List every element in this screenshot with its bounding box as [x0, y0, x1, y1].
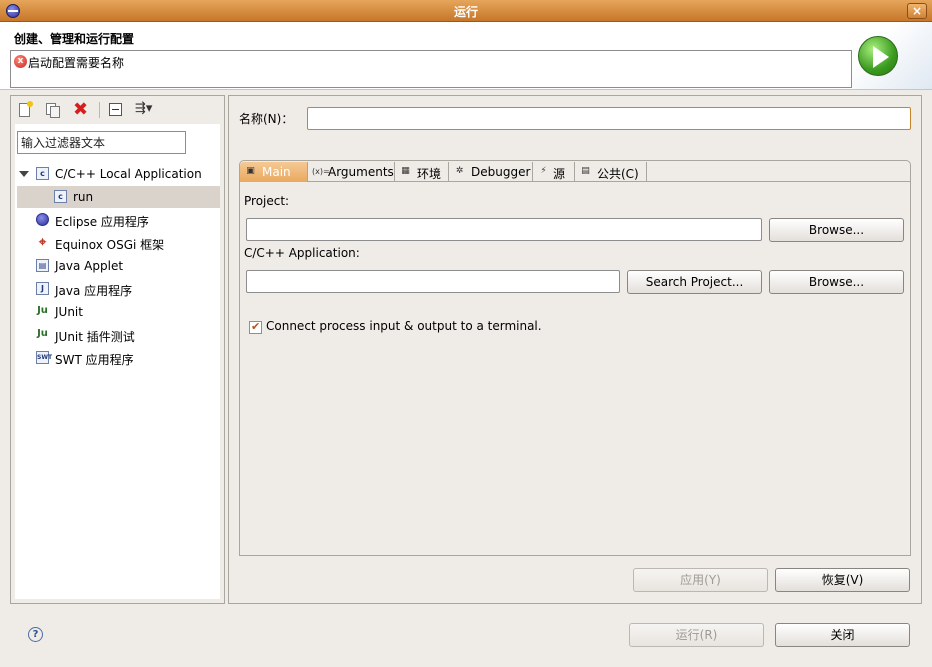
tree-item-label: SWT 应用程序 [55, 353, 134, 367]
delete-icon[interactable]: ✖ [71, 99, 91, 120]
project-input[interactable] [246, 218, 762, 241]
new-config-icon[interactable] [15, 101, 35, 119]
swt-app-icon: SWT [36, 351, 52, 364]
terminal-checkbox[interactable] [249, 320, 262, 334]
run-banner [852, 22, 932, 89]
tree-item-label: Equinox OSGi 框架 [55, 238, 165, 252]
tab-common[interactable]: ▤ 公共(C) [575, 162, 647, 182]
duplicate-icon[interactable] [43, 101, 63, 119]
error-message: 启动配置需要名称 [28, 56, 125, 70]
environment-icon: ▦ [401, 166, 410, 176]
tab-label: Debugger [471, 165, 531, 179]
java-app-icon: J [36, 282, 49, 295]
apply-button[interactable]: 应用(Y) [633, 568, 768, 592]
filter-input[interactable] [17, 131, 186, 154]
tree-item-label: Java Applet [55, 259, 124, 273]
run-banner-icon [858, 36, 898, 76]
tab-arguments[interactable]: (x)= Arguments [308, 162, 395, 182]
terminal-checkbox-label: Connect process input & output to a term… [266, 319, 542, 333]
application-input[interactable] [246, 270, 620, 293]
config-list-pane: ✖ ⇶▾ c C/C++ Local Application c run Ecl… [10, 95, 225, 604]
close-window-button[interactable]: × [907, 3, 927, 19]
search-project-button[interactable]: Search Project... [627, 270, 762, 294]
tree-item-equinox-osgi[interactable]: ⌖ Equinox OSGi 框架 [15, 232, 220, 254]
tree-item-label: Java 应用程序 [55, 284, 133, 298]
main-tab-icon: ▣ [246, 166, 255, 176]
dialog-title: 创建、管理和运行配置 [14, 32, 135, 46]
name-input[interactable] [307, 107, 911, 130]
tree-item-swt-app[interactable]: SWT SWT 应用程序 [15, 347, 220, 369]
tab-label: 源 [553, 167, 566, 181]
error-icon: x [14, 55, 27, 68]
osgi-icon: ⌖ [38, 235, 47, 250]
name-label: 名称(N)： [239, 112, 294, 126]
tab-environment[interactable]: ▦ 环境 [395, 162, 449, 182]
source-icon: ⚡ [540, 166, 547, 176]
junit-icon: Ju [37, 305, 48, 316]
config-editor-pane: 名称(N)： ▣ Main (x)= Arguments ▦ 环境 ✲ Debu… [228, 95, 922, 604]
window-title: 运行 [453, 5, 478, 19]
tree-item-label: C/C++ Local Application [55, 167, 202, 181]
title-bar: 运行 × [0, 0, 932, 22]
tab-label: Main [262, 165, 291, 179]
tab-source[interactable]: ⚡ 源 [533, 162, 575, 182]
tree-item-run[interactable]: c run [17, 186, 220, 208]
tab-main[interactable]: ▣ Main [240, 162, 308, 182]
close-button[interactable]: 关闭 [775, 623, 910, 647]
tree-item-label: Eclipse 应用程序 [55, 215, 149, 229]
browse-project-button[interactable]: Browse... [769, 218, 904, 242]
tab-debugger[interactable]: ✲ Debugger [449, 162, 533, 182]
message-area: x 启动配置需要名称 [10, 50, 852, 88]
cpp-config-icon: c [54, 190, 67, 203]
dialog-header: 创建、管理和运行配置 x 启动配置需要名称 [0, 22, 932, 90]
tab-label: Arguments [328, 165, 394, 179]
tree-item-label: run [73, 190, 94, 204]
application-label: C/C++ Application: [244, 246, 360, 260]
filter-menu-icon[interactable]: ⇶▾ [133, 101, 163, 119]
revert-button[interactable]: 恢复(V) [775, 568, 910, 592]
config-tabs: ▣ Main (x)= Arguments ▦ 环境 ✲ Debugger ⚡ … [239, 160, 911, 556]
tree-item-eclipse-app[interactable]: Eclipse 应用程序 [15, 209, 220, 231]
common-icon: ▤ [581, 166, 590, 176]
run-button[interactable]: 运行(R) [629, 623, 764, 647]
config-tree: c C/C++ Local Application c run Eclipse … [15, 124, 220, 599]
tree-item-label: JUnit [55, 305, 83, 319]
debugger-icon: ✲ [455, 166, 464, 176]
java-applet-icon: ▤ [36, 259, 49, 272]
help-icon[interactable]: ? [28, 627, 43, 642]
collapse-all-icon[interactable] [106, 101, 126, 119]
eclipse-app-icon [36, 213, 49, 226]
tab-label: 环境 [417, 167, 442, 181]
tree-item-label: JUnit 插件测试 [55, 330, 135, 344]
tree-item-java-applet[interactable]: ▤ Java Applet [15, 255, 220, 277]
tree-item-junit-plugin[interactable]: Ju JUnit 插件测试 [15, 324, 220, 346]
tab-strip: ▣ Main (x)= Arguments ▦ 环境 ✲ Debugger ⚡ … [240, 161, 910, 182]
tree-item-cpp-local-application[interactable]: c C/C++ Local Application [15, 163, 220, 185]
browse-application-button[interactable]: Browse... [769, 270, 904, 294]
tree-item-java-app[interactable]: J Java 应用程序 [15, 278, 220, 300]
toolbar-separator [99, 102, 100, 118]
expand-toggle-icon[interactable] [19, 171, 29, 177]
tab-label: 公共(C) [597, 167, 639, 181]
project-label: Project: [244, 194, 290, 208]
junit-plugin-icon: Ju [37, 328, 48, 339]
arguments-icon: (x)= [312, 167, 330, 176]
cpp-launch-icon: c [36, 167, 49, 180]
tree-item-junit[interactable]: Ju JUnit [15, 301, 220, 323]
